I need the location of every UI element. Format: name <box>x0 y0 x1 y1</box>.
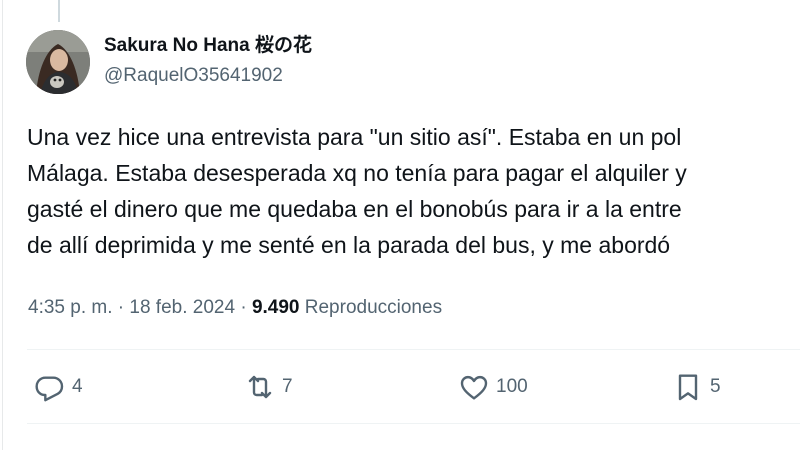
views-label: Reproducciones <box>304 297 443 318</box>
repost-count: 7 <box>282 376 293 397</box>
author-info: Sakura No Hana 桜の花 @RaquelO35641902 <box>104 34 312 89</box>
tweet-text-line: de allí deprimida y me senté en la parad… <box>27 232 671 258</box>
views-count: 9.490 <box>251 297 300 318</box>
column-border <box>2 0 3 450</box>
bookmark-button[interactable]: 5 <box>672 371 721 403</box>
tweet-text-line: Málaga. Estaba desesperada xq no tenía p… <box>27 160 687 186</box>
user-handle[interactable]: @RaquelO35641902 <box>104 63 312 89</box>
thread-connector-line <box>58 0 60 22</box>
like-count: 100 <box>496 376 528 397</box>
divider <box>27 423 800 424</box>
reply-icon <box>35 376 64 402</box>
repost-button[interactable]: 7 <box>244 371 293 403</box>
meta-separator: · <box>240 297 247 318</box>
meta-separator: · <box>117 297 125 318</box>
tweet-time[interactable]: 4:35 p. m. <box>28 297 113 318</box>
repost-icon <box>248 375 272 399</box>
tweet-text-line: gasté el dinero que me quedaba en el bon… <box>27 196 682 222</box>
avatar[interactable] <box>26 30 90 94</box>
reply-count: 4 <box>72 376 83 397</box>
heart-icon <box>460 375 488 400</box>
bookmark-count: 5 <box>710 376 721 397</box>
tweet-detail: Sakura No Hana 桜の花 @RaquelO35641902 Una … <box>0 0 800 450</box>
tweet-date[interactable]: 18 feb. 2024 <box>129 297 235 318</box>
tweet-meta: 4:35 p. m. · 18 feb. 2024 · 9.490 Reprod… <box>28 295 442 321</box>
avatar-image <box>26 30 90 94</box>
like-button[interactable]: 100 <box>458 371 528 403</box>
bookmark-icon <box>678 374 698 401</box>
tweet-text-line: Una vez hice una entrevista para "un sit… <box>27 124 682 150</box>
display-name[interactable]: Sakura No Hana 桜の花 <box>104 34 312 58</box>
reply-button[interactable]: 4 <box>34 371 83 403</box>
divider <box>27 349 800 350</box>
tweet-text: Una vez hice una entrevista para "un sit… <box>27 119 800 263</box>
